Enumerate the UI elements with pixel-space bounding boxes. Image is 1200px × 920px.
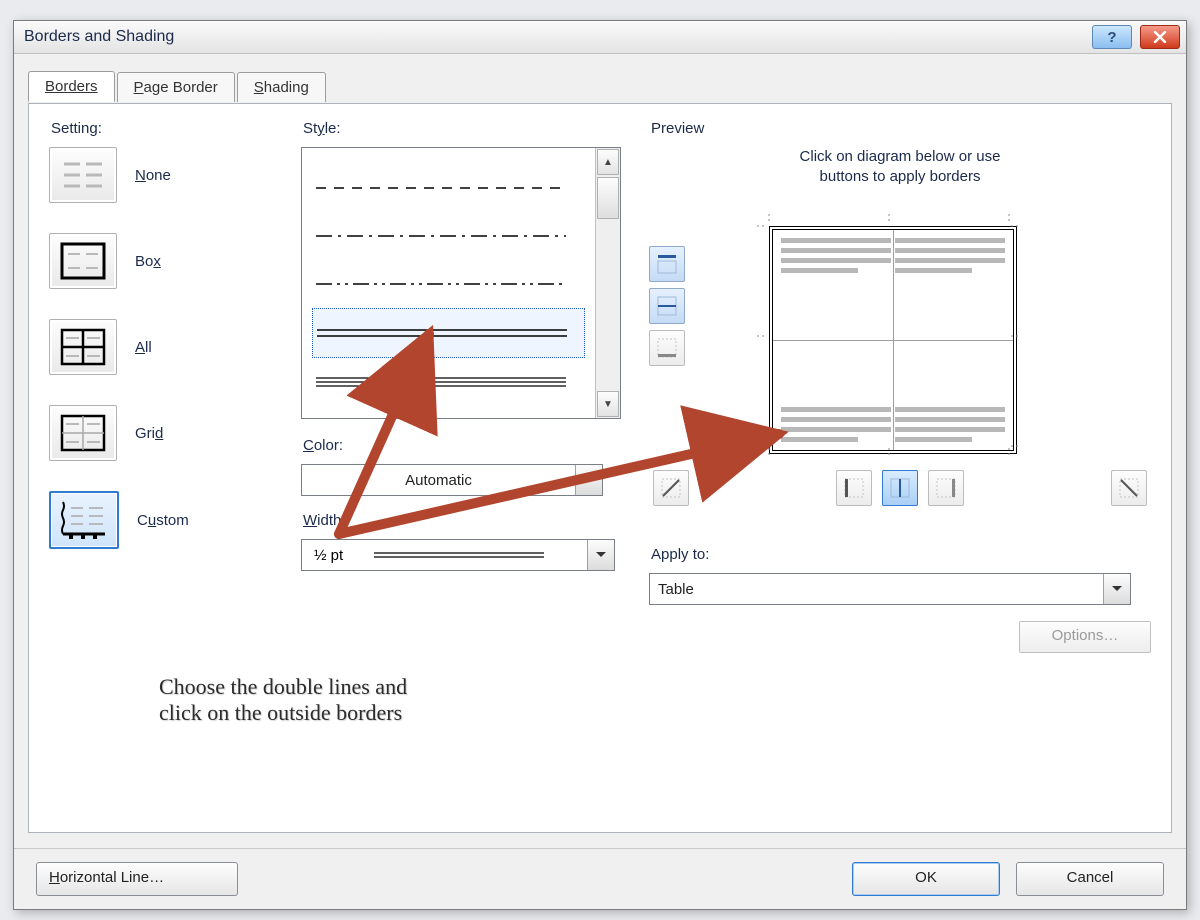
setting-grid-label: Grid [135,425,163,442]
setting-custom-icon [59,498,109,542]
setting-box-label: Box [135,253,161,270]
width-combo-arrow-icon [587,540,614,570]
scroll-up-button[interactable]: ▲ [597,149,619,175]
close-icon [1153,31,1167,43]
width-heading: Width: [303,512,621,529]
color-value: Automatic [302,472,575,489]
setting-none-icon [60,158,106,192]
tab-borders[interactable]: Borders [28,71,115,102]
color-combo[interactable]: Automatic [301,464,603,496]
setting-all-button[interactable] [49,319,117,375]
preview-column: Preview Click on diagram below or use bu… [649,120,1151,653]
border-left-icon [843,477,865,499]
close-button[interactable] [1140,25,1180,49]
style-scrollbar[interactable]: ▲ ▼ [595,148,620,418]
preview-ticks-icon [749,206,1029,466]
style-item-triple[interactable] [312,358,585,406]
scroll-down-button[interactable]: ▼ [597,391,619,417]
window-buttons: ? [1092,25,1180,49]
setting-all-label: All [135,339,152,356]
border-top-toggle[interactable] [649,246,685,282]
setting-grid-button[interactable] [49,405,117,461]
setting-row-none: None [49,147,269,203]
apply-to-value: Table [650,581,1103,598]
window-title: Borders and Shading [24,28,174,46]
style-listbox[interactable]: ▲ ▼ [301,147,621,419]
setting-none-label: None [135,167,171,184]
dialog-footer: Horizontal Line… OK Cancel [14,848,1186,909]
apply-to-section: Apply to: Table Options… [649,546,1151,605]
scroll-thumb[interactable] [597,177,619,219]
horizontal-line-button[interactable]: Horizontal Line… [36,862,238,896]
tab-panel-borders: Setting: None Box All [28,103,1172,833]
preview-heading: Preview [651,120,1151,137]
border-vcenter-toggle[interactable] [882,470,918,506]
setting-grid-icon [60,414,106,452]
border-top-icon [656,253,678,275]
setting-custom-label: Custom [137,512,189,529]
border-right-icon [935,477,957,499]
apply-to-arrow-icon [1103,574,1130,604]
setting-row-box: Box [49,233,269,289]
settings-column: Setting: None Box All [49,120,269,579]
border-left-toggle[interactable] [836,470,872,506]
style-item-dashdot[interactable] [312,212,585,260]
apply-to-combo[interactable]: Table [649,573,1131,605]
annotation-text: Choose the double lines and click on the… [159,674,407,726]
setting-row-all: All [49,319,269,375]
setting-custom-button[interactable] [49,491,119,549]
setting-row-grid: Grid [49,405,269,461]
setting-row-custom: Custom [49,491,269,549]
tab-page-border[interactable]: Page Border [117,72,235,102]
setting-none-button[interactable] [49,147,117,203]
border-bottom-icon [656,337,678,359]
cancel-button[interactable]: Cancel [1016,862,1164,896]
apply-to-heading: Apply to: [651,546,1151,563]
border-diag-down-toggle[interactable] [653,470,689,506]
border-bottom-toggle[interactable] [649,330,685,366]
setting-box-icon [60,242,106,280]
style-item-dashdotdot[interactable] [312,260,585,308]
preview-bottom-buttons [649,470,1151,512]
width-value: ½ pt [314,547,374,564]
scroll-track[interactable] [596,220,620,390]
style-item-dashed[interactable] [312,164,585,212]
setting-all-icon [60,328,106,366]
width-combo[interactable]: ½ pt [301,539,615,571]
border-vcenter-icon [889,477,911,499]
color-heading: Color: [303,437,621,454]
style-column: Style: ▲ ▼ Color: Automatic [301,120,621,571]
tab-strip: Borders Page Border Shading [28,68,1186,102]
preview-side-buttons [649,246,685,372]
help-button[interactable]: ? [1092,25,1132,49]
border-hcenter-icon [656,295,678,317]
style-heading: Style: [303,120,621,137]
settings-heading: Setting: [51,120,269,137]
help-icon: ? [1107,29,1116,46]
ok-button[interactable]: OK [852,862,1000,896]
style-items [302,148,595,418]
style-item-double[interactable] [312,308,585,358]
preview-area [649,206,1151,506]
border-diag-up-toggle[interactable] [1111,470,1147,506]
width-sample-icon [374,550,544,560]
options-button: Options… [1019,621,1151,653]
color-combo-arrow-icon [575,465,602,495]
diag-down-icon [660,477,682,499]
setting-box-button[interactable] [49,233,117,289]
preview-hint: Click on diagram below or use buttons to… [689,147,1111,186]
border-hcenter-toggle[interactable] [649,288,685,324]
diag-up-icon [1118,477,1140,499]
title-bar: Borders and Shading ? [14,21,1186,54]
border-right-toggle[interactable] [928,470,964,506]
borders-shading-dialog: Borders and Shading ? Borders Page Borde… [13,20,1187,910]
tab-shading[interactable]: Shading [237,72,326,102]
